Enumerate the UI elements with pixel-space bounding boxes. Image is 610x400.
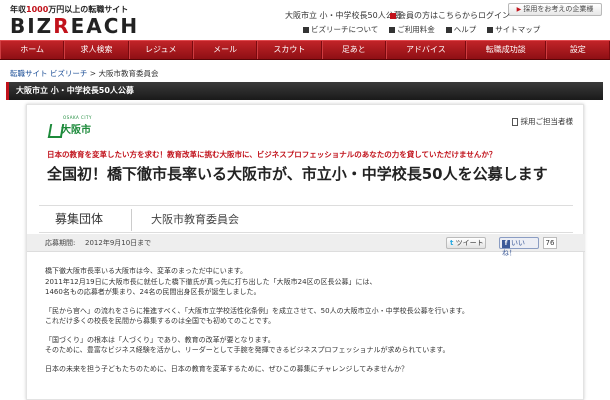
login-link[interactable]: 会員の方はこちらからログイン <box>390 10 510 21</box>
bullet-icon <box>389 27 396 33</box>
breadcrumb-current: 大阪市教育委員会 <box>98 69 159 78</box>
organization-value: 大阪市教育委員会 <box>151 213 239 226</box>
like-count: 76 <box>543 237 557 249</box>
divider <box>131 209 132 231</box>
job-headline: 全国初！橋下徹市長率いる大阪市が、市立小・中学校長50人を公募します <box>47 165 548 183</box>
login-icon <box>390 12 396 19</box>
application-period-bar: 応募期間: 2012年9月10日まで t ツイート f いいね！ 76 <box>27 234 585 257</box>
header-link-pricing[interactable]: ご利用料金 <box>389 24 435 35</box>
site-header: 年収1000万円以上の転職サイト BIZREACH ▶ 採用をお考えの企業様 大… <box>0 0 610 40</box>
header-link-about[interactable]: ビズリーチについて <box>303 24 378 35</box>
header-school-title: 大阪市立 小・中学校長50人公募 <box>285 11 402 20</box>
period-label: 応募期間: <box>45 239 76 247</box>
nav-home[interactable]: ホーム <box>0 41 65 59</box>
corporate-link-button[interactable]: ▶ 採用をお考えの企業様 <box>508 3 602 16</box>
nav-resume[interactable]: レジュメ <box>128 41 193 59</box>
breadcrumb-separator: > <box>89 69 97 78</box>
nav-footprints[interactable]: 足あと <box>321 41 386 59</box>
description-paragraph: 橋下徹大阪市長率いる大阪市は今、変革のまっただ中にいます。 2011年12月19… <box>45 267 377 296</box>
twitter-icon: t <box>450 239 454 247</box>
catch-copy: 日本の教育を変革したい方を求む！教育改革に挑む大阪市に、ビジネスプロフェッショナ… <box>47 150 497 159</box>
organization-label: 募集団体 <box>55 212 104 226</box>
page-title: 大阪市立 小・中学校長50人公募 <box>16 86 134 95</box>
document-icon <box>511 118 518 126</box>
organization-row: 募集団体 大阪市教育委員会 <box>39 205 573 233</box>
osaka-city-logo: OSAKA CITY 大阪市 <box>49 115 91 136</box>
osaka-mark-icon <box>49 124 59 136</box>
breadcrumb: 転職サイト ビズリーチ > 大阪市教育委員会 <box>10 68 158 79</box>
period-value: 2012年9月10日まで <box>85 239 152 247</box>
header-link-help[interactable]: ヘルプ <box>445 24 476 35</box>
nav-mail[interactable]: メール <box>192 41 258 59</box>
header-links: ビズリーチについて ご利用料金 ヘルプ サイトマップ <box>303 24 540 35</box>
description-paragraph: 日本の未来を担う子どもたちのために、日本の教育を変革するために、ぜひこの募集にチ… <box>45 364 409 373</box>
header-link-sitemap[interactable]: サイトマップ <box>487 24 540 35</box>
nav-scout[interactable]: スカウト <box>257 41 322 59</box>
page-title-bar: 大阪市立 小・中学校長50人公募 <box>6 82 603 100</box>
facebook-like-button[interactable]: f いいね！ <box>499 237 539 257</box>
job-detail-card: OSAKA CITY 大阪市 採用ご担当者様 日本の教育を変革したい方を求む！教… <box>26 104 585 400</box>
tweet-button[interactable]: t ツイート <box>446 237 486 249</box>
bullet-icon <box>303 27 309 33</box>
arrow-right-icon: ▶ <box>516 6 522 13</box>
nav-advice[interactable]: アドバイス <box>385 41 466 59</box>
nav-settings[interactable]: 設定 <box>545 41 610 59</box>
bizreach-logo[interactable]: BIZREACH <box>10 14 139 38</box>
recruiter-contact: 採用ご担当者様 <box>511 116 573 127</box>
breadcrumb-site-link[interactable]: 転職サイト ビズリーチ <box>10 69 87 78</box>
facebook-icon: f <box>502 240 510 248</box>
bullet-icon <box>445 27 452 33</box>
job-description: 橋下徹大阪市長率いる大阪市は今、変革のまっただ中にいます。 2011年12月19… <box>45 266 570 382</box>
description-paragraph: 「国づくり」の根本は「人づくり」であり、教育の改革が要となります。 そのために、… <box>45 335 450 355</box>
nav-job-search[interactable]: 求人検索 <box>64 41 129 59</box>
nav-success-stories[interactable]: 転職成功談 <box>465 41 546 59</box>
bullet-icon <box>487 27 494 33</box>
main-nav: ホーム 求人検索 レジュメ メール スカウト 足あと アドバイス 転職成功談 設… <box>0 40 610 60</box>
description-paragraph: 「民から官へ」の流れをさらに推進すべく、「大阪市立学校活性化条例」を成立させて、… <box>45 306 469 326</box>
